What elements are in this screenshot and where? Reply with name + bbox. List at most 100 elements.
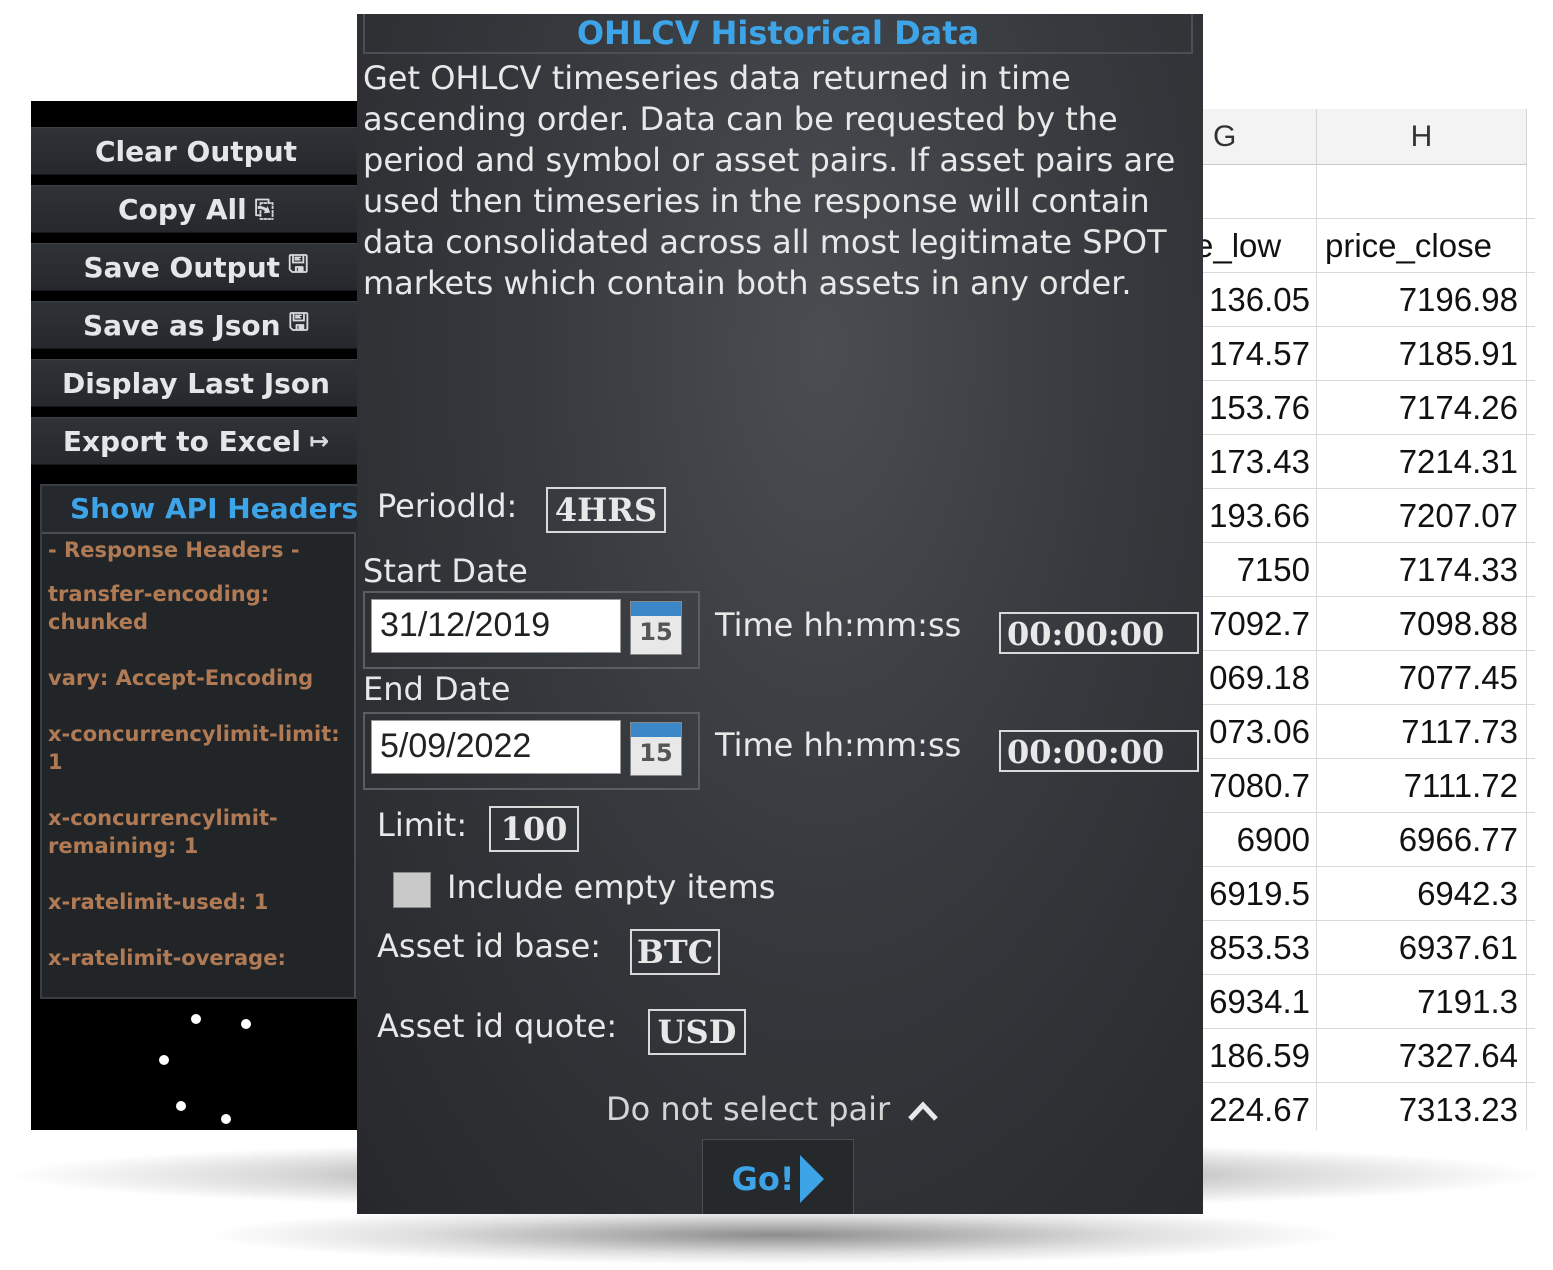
table-cell[interactable]: 7098.88 <box>1317 597 1527 650</box>
table-cell[interactable]: 6966.77 <box>1317 813 1527 866</box>
header-item: x-ratelimit-used: 1 <box>48 890 269 914</box>
table-cell[interactable]: price_close <box>1317 219 1527 272</box>
table-cell[interactable]: 7196.98 <box>1317 273 1527 326</box>
table-cell[interactable]: 6919.5 <box>1195 867 1317 920</box>
table-row: 173.43 7214.31 <box>1195 435 1535 489</box>
play-arrow-icon <box>800 1155 825 1203</box>
start-date-input[interactable]: 31/12/2019 <box>371 599 621 653</box>
display-last-json-button[interactable]: Display Last Json <box>31 359 361 407</box>
table-row: 6900 6966.77 <box>1195 813 1535 867</box>
table-cell[interactable]: 069.18 <box>1195 651 1317 704</box>
table-row: 073.06 7117.73 <box>1195 705 1535 759</box>
start-date-label: Start Date <box>363 552 528 590</box>
table-cell[interactable]: 7191.3 <box>1317 975 1527 1028</box>
asset-base-label: Asset id base: <box>377 927 602 965</box>
ohlcv-panel: OHLCV Historical Data Get OHLCV timeseri… <box>357 14 1203 1214</box>
table-cell[interactable] <box>1195 165 1317 218</box>
pair-toggle-label: Do not select pair <box>606 1090 891 1128</box>
end-time-input[interactable]: 00:00:00 <box>999 730 1199 772</box>
save-output-label: Save Output <box>83 250 281 284</box>
end-date-label: End Date <box>363 670 511 708</box>
column-header-h[interactable]: H <box>1317 109 1527 165</box>
table-cell[interactable]: 7185.91 <box>1317 327 1527 380</box>
start-time-label: Time hh:mm:ss <box>715 606 962 644</box>
copy-icon: ⎘ <box>254 195 274 223</box>
table-cell[interactable]: 073.06 <box>1195 705 1317 758</box>
header-item: vary: Accept-Encoding <box>48 666 314 690</box>
show-api-headers-toggle[interactable]: Show API Headers <box>42 486 359 525</box>
panel-title: OHLCV Historical Data <box>363 14 1193 54</box>
end-date-group: 5/09/2022 15 <box>363 712 700 790</box>
table-cell[interactable]: 7327.64 <box>1317 1029 1527 1082</box>
table-cell[interactable] <box>1317 165 1527 218</box>
table-cell[interactable]: 7207.07 <box>1317 489 1527 542</box>
table-cell[interactable]: 853.53 <box>1195 921 1317 974</box>
save-output-button[interactable]: Save Output 🖫 <box>31 243 361 291</box>
table-cell[interactable]: 6937.61 <box>1317 921 1527 974</box>
table-cell[interactable]: 174.57 <box>1195 327 1317 380</box>
export-to-excel-label: Export to Excel <box>62 424 302 458</box>
table-cell[interactable]: 7077.45 <box>1317 651 1527 704</box>
header-item: x-ratelimit-overage: <box>48 946 286 970</box>
table-cell[interactable]: 7111.72 <box>1317 759 1527 812</box>
limit-label: Limit: <box>377 806 468 844</box>
end-time-label: Time hh:mm:ss <box>715 726 962 764</box>
column-header-g[interactable]: G <box>1195 109 1317 165</box>
loading-dot <box>221 1114 231 1124</box>
table-cell[interactable]: 7214.31 <box>1317 435 1527 488</box>
table-row: 7150 7174.33 <box>1195 543 1535 597</box>
table-cell[interactable]: 6942.3 <box>1317 867 1527 920</box>
export-arrow-icon: ↦ <box>309 427 330 455</box>
table-cell[interactable]: 7174.26 <box>1317 381 1527 434</box>
left-panel: Clear Output Copy All ⎘ Save Output 🖫 Sa… <box>31 101 361 1130</box>
table-cell[interactable]: 153.76 <box>1195 381 1317 434</box>
table-row: 6919.5 6942.3 <box>1195 867 1535 921</box>
calendar-icon[interactable]: 15 <box>630 601 682 655</box>
asset-quote-label: Asset id quote: <box>377 1007 618 1045</box>
table-cell[interactable]: 6934.1 <box>1195 975 1317 1028</box>
floppy-disk-icon: 🖫 <box>288 249 309 278</box>
asset-base-input[interactable]: BTC <box>630 929 720 975</box>
table-cell[interactable]: 7080.7 <box>1195 759 1317 812</box>
table-cell[interactable]: 136.05 <box>1195 273 1317 326</box>
table-row: 153.76 7174.26 <box>1195 381 1535 435</box>
end-date-input[interactable]: 5/09/2022 <box>371 720 621 774</box>
table-cell[interactable]: 7117.73 <box>1317 705 1527 758</box>
clear-output-button[interactable]: Clear Output <box>31 127 361 175</box>
table-row: 7092.7 7098.88 <box>1195 597 1535 651</box>
spreadsheet: G H e_low price_close 136.05 7196.98 174.5… <box>1195 97 1535 1130</box>
table-cell[interactable]: 6900 <box>1195 813 1317 866</box>
pair-toggle[interactable]: Do not select pair <box>606 1090 940 1128</box>
table-cell[interactable]: 224.67 <box>1195 1083 1317 1130</box>
include-empty-checkbox[interactable] <box>393 872 431 908</box>
table-row: 136.05 7196.98 <box>1195 273 1535 327</box>
chevron-up-icon <box>908 1101 939 1121</box>
start-date-group: 31/12/2019 15 <box>363 591 700 669</box>
period-select[interactable]: 4HRS <box>546 487 666 533</box>
copy-all-button[interactable]: Copy All ⎘ <box>31 185 361 233</box>
table-cell[interactable]: 173.43 <box>1195 435 1317 488</box>
floppy-disk-icon: 🖫 <box>288 307 310 336</box>
table-cell[interactable]: 193.66 <box>1195 489 1317 542</box>
table-cell[interactable]: e_low <box>1195 219 1317 272</box>
asset-quote-input[interactable]: USD <box>648 1009 746 1055</box>
include-empty-label: Include empty items <box>447 868 776 906</box>
table-cell[interactable]: 7092.7 <box>1195 597 1317 650</box>
table-row <box>1195 165 1535 219</box>
header-item: x-concurrencylimit-limit: 1 <box>48 722 340 774</box>
save-as-json-button[interactable]: Save as Json 🖫 <box>31 301 361 349</box>
table-cell[interactable]: 186.59 <box>1195 1029 1317 1082</box>
limit-input[interactable]: 100 <box>489 806 579 852</box>
go-button[interactable]: Go! <box>702 1139 854 1214</box>
table-cell[interactable]: 7174.33 <box>1317 543 1527 596</box>
table-cell[interactable]: 7313.23 <box>1317 1083 1527 1130</box>
export-to-excel-button[interactable]: Export to Excel ↦ <box>31 417 361 465</box>
header-item: x-concurrencylimit-remaining: 1 <box>48 806 278 858</box>
calendar-icon[interactable]: 15 <box>630 722 682 776</box>
response-headers-list[interactable]: - Response Headers - transfer-encoding: … <box>42 532 356 997</box>
header-item: transfer-encoding: chunked <box>48 582 270 634</box>
table-row: 174.57 7185.91 <box>1195 327 1535 381</box>
table-cell[interactable]: 7150 <box>1195 543 1317 596</box>
start-time-input[interactable]: 00:00:00 <box>999 612 1199 654</box>
table-row: 7080.7 7111.72 <box>1195 759 1535 813</box>
